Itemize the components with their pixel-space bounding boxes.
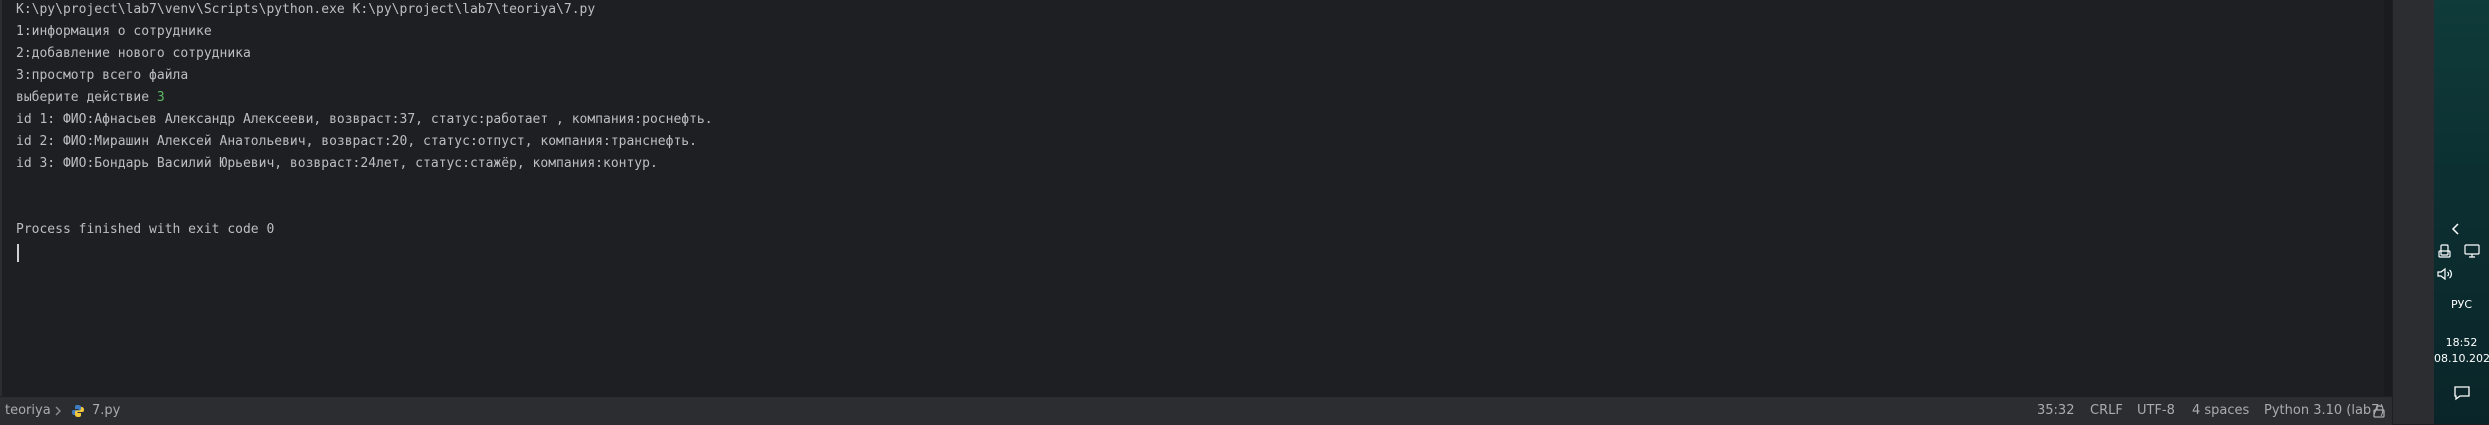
breadcrumb-folder[interactable]: teoriya (5, 397, 51, 425)
python-file-icon (71, 404, 85, 418)
console-line-menu-3: 3:просмотр всего файла (16, 68, 189, 83)
caret-position[interactable]: 35:32 (2037, 397, 2074, 425)
volume-icon[interactable] (2434, 267, 2489, 281)
console-line-record-1: id 1: ФИО:Афнасьев Александр Алексееви, … (16, 112, 713, 127)
python-interpreter[interactable]: Python 3.10 (lab7) (2264, 397, 2385, 425)
clock-date[interactable]: 08.10.2023 (2434, 352, 2489, 366)
console-line-record-2: id 2: ФИО:Мирашин Алексей Анатольевич, в… (16, 134, 697, 149)
prompt-text: выберите действие (16, 90, 157, 105)
file-encoding[interactable]: UTF-8 (2137, 397, 2175, 425)
console-line-command: K:\py\project\lab7\venv\Scripts\python.e… (16, 2, 596, 17)
console-line-exit: Process finished with exit code 0 (16, 222, 275, 237)
indent-setting[interactable]: 4 spaces (2192, 397, 2249, 425)
chevron-left-icon[interactable] (2434, 222, 2489, 236)
status-bar: teoriya 7.py 35:32 CRLF UTF-8 4 spaces P… (0, 396, 2392, 425)
line-separator[interactable]: CRLF (2090, 397, 2123, 425)
ide-window: K:\py\project\lab7\venv\Scripts\python.e… (0, 0, 2394, 425)
console-line-menu-1: 1:информация о сотруднике (16, 24, 212, 39)
unlock-icon[interactable] (2373, 404, 2385, 418)
tray-icons-row (2434, 244, 2489, 258)
console-line-record-3: id 3: ФИО:Бондарь Василий Юрьевич, возвр… (16, 156, 658, 171)
chevron-right-icon (55, 406, 61, 416)
device-icon (2438, 244, 2451, 258)
console-line-menu-2: 2:добавление нового сотрудника (16, 46, 251, 61)
notification-icon[interactable] (2434, 385, 2489, 401)
input-language[interactable]: РУС (2434, 298, 2489, 312)
clock-time[interactable]: 18:52 (2434, 336, 2489, 350)
user-input: 3 (156, 90, 165, 105)
run-console[interactable]: K:\py\project\lab7\venv\Scripts\python.e… (0, 0, 2394, 396)
text-caret (17, 244, 19, 262)
monitor-icon (2464, 244, 2480, 258)
console-line-prompt: выберите действие 3 (16, 90, 165, 106)
windows-taskbar: РУС 18:52 08.10.2023 (2434, 0, 2489, 424)
ide-right-gutter (2392, 0, 2435, 424)
console-scrollbar[interactable] (2384, 0, 2392, 396)
breadcrumb-file[interactable]: 7.py (92, 397, 120, 425)
